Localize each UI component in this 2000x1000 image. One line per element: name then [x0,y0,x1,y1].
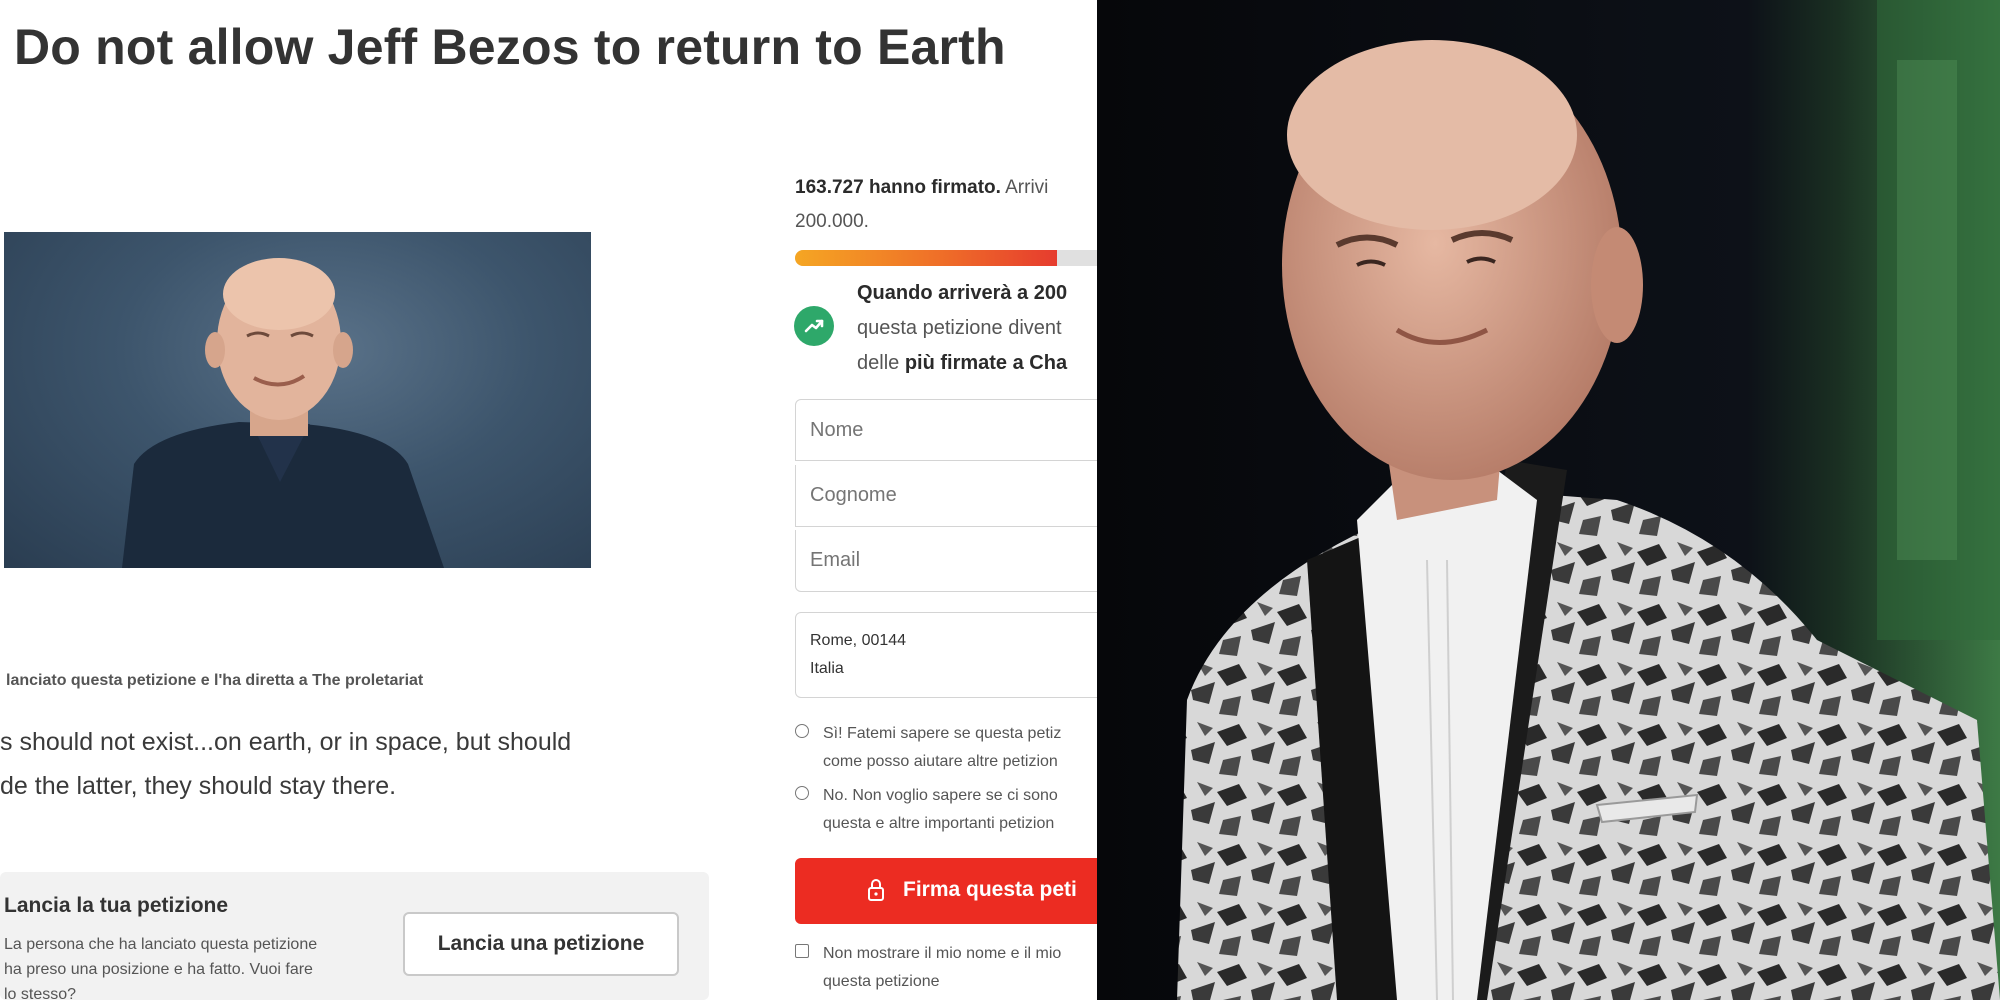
opt-in-yes-label: Sì! Fatemi sapere se questa petiz come p… [823,720,1061,776]
milestone-line-3-bold: più firmate a Cha [904,352,1068,374]
opt-in-yes-line: Sì! Fatemi sapere se questa petiz [823,725,1062,742]
start-petition-title: Lancia la tua petizione [4,894,229,917]
signature-progress-fill [795,250,1058,266]
signature-progress-bar [795,250,1097,266]
hide-name-line: questa petizione [823,973,940,990]
opt-in-no-radio[interactable] [795,786,809,800]
opt-in-no-line: questa e altre importanti petizion [823,815,1055,832]
opt-in-yes-radio[interactable] [795,724,809,738]
location-field[interactable]: Rome, 00144 Italia [795,612,1097,698]
start-petition-box: Lancia la tua petizione La persona che h… [0,872,709,1000]
portrait-photo [1097,0,2000,1000]
hide-name-label: Non mostrare il mio nome e il mio questa… [823,940,1061,996]
last-name-input[interactable] [795,465,1097,527]
sign-petition-button[interactable]: Firma questa peti [795,858,1097,924]
trending-up-icon [794,306,834,346]
description-line: de the latter, they should stay there. [0,772,397,800]
signature-count-rest: Arrivi [1000,177,1049,198]
email-input[interactable] [795,530,1097,592]
signature-goal: 200.000. [795,211,869,232]
location-country: Italia [810,660,844,677]
milestone-line-3-prefix: delle [857,352,905,374]
opt-in-yes-line: come posso aiutare altre petizion [823,753,1058,770]
location-city: Rome, 00144 [810,632,907,649]
sign-petition-label: Firma questa peti [903,878,1077,901]
milestone-line-1: Quando arriverà a 200 [857,282,1068,304]
milestone-line-2: questa petizione divent [857,317,1062,339]
hide-name-checkbox[interactable] [795,944,809,958]
start-petition-text: La persona che ha lanciato questa petizi… [4,936,318,1000]
lock-icon [867,878,885,908]
hide-name-line: Non mostrare il mio nome e il mio [823,945,1062,962]
start-petition-button[interactable]: Lancia una petizione [403,912,679,976]
signature-count-number: 163.727 hanno firmato. [795,177,1001,198]
petition-page: Do not allow Jeff Bezos to return to Ear… [0,0,1097,1000]
opt-in-no-line: No. Non voglio sapere se ci sono [823,787,1058,804]
description-line: s should not exist...on earth, or in spa… [0,728,572,756]
petition-description: s should not exist...on earth, or in spa… [0,720,571,808]
petition-title: Do not allow Jeff Bezos to return to Ear… [14,19,1006,75]
signature-count: 163.727 hanno firmato. Arrivi 200.000. [795,171,1095,239]
opt-in-no-label: No. Non voglio sapere se ci sono questa … [823,782,1058,838]
petition-starter-line: lanciato questa petizione e l'ha diretta… [6,672,424,689]
milestone-text: Quando arriverà a 200 questa petizione d… [857,276,1067,381]
petition-photo [4,232,591,568]
first-name-input[interactable] [795,399,1097,461]
